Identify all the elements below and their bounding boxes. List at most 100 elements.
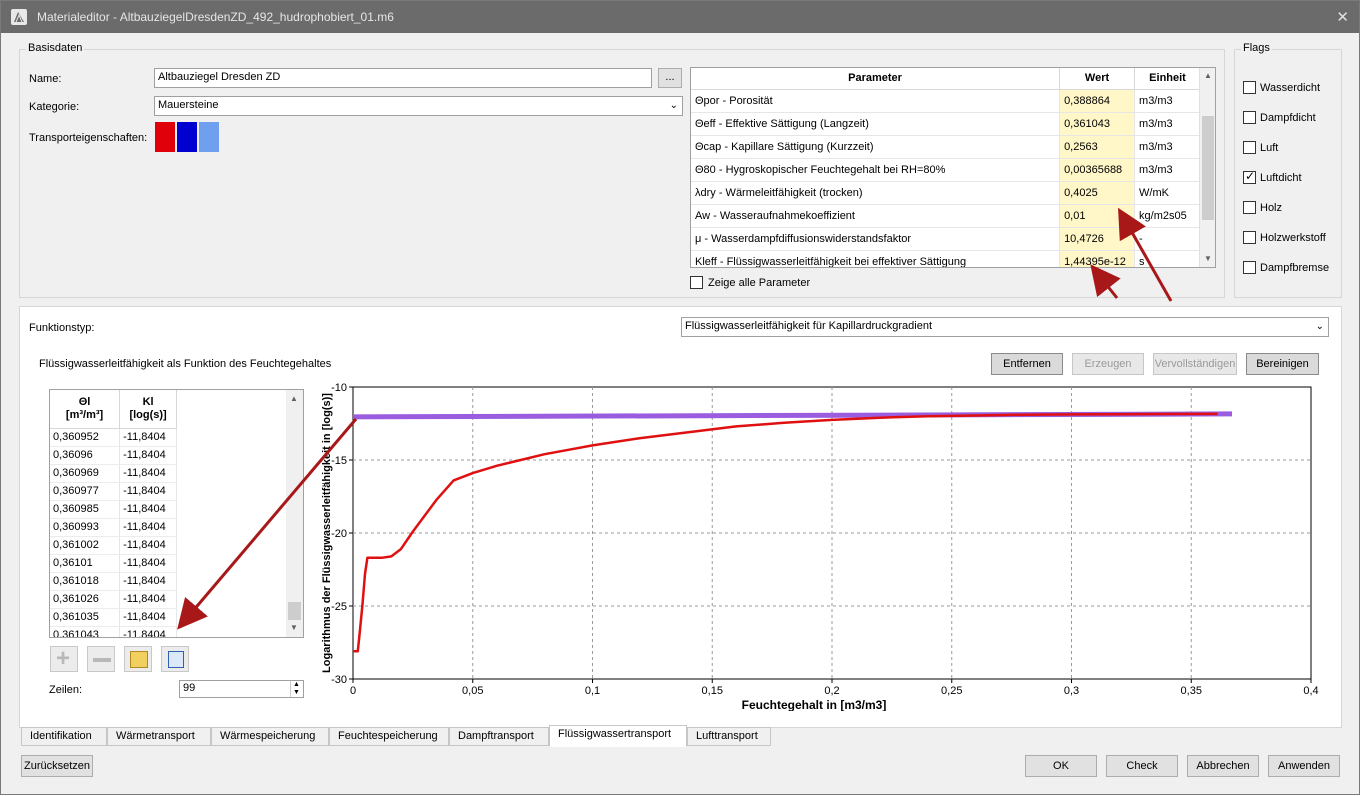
table-row[interactable]: 0,360969 -11,8404 (50, 464, 177, 483)
kl-cell[interactable]: -11,8404 (119, 608, 177, 627)
theta-cell[interactable]: 0,361002 (50, 536, 121, 555)
check-button[interactable]: Check (1106, 755, 1178, 777)
theta-cell[interactable]: 0,361035 (50, 608, 121, 627)
transport-swatch-heat[interactable] (155, 122, 175, 152)
function-table[interactable]: Θl [m³/m³] Kl [log(s)] 0,360952 -11,8404 0… (49, 389, 304, 638)
table-row[interactable]: 0,361043 -11,8404 (50, 626, 177, 637)
show-all-checkbox[interactable] (690, 276, 703, 289)
vervollstaendigen-button[interactable]: Vervollständigen (1153, 353, 1237, 375)
param-row[interactable]: Θpor - Porosität 0,388864 m3/m3 (691, 89, 1201, 113)
bereinigen-button[interactable]: Bereinigen (1246, 353, 1319, 375)
table-row[interactable]: 0,36096 -11,8404 (50, 446, 177, 465)
param-row[interactable]: Θeff - Effektive Sättigung (Langzeit) 0,3… (691, 112, 1201, 136)
tab-wärmespeicherung[interactable]: Wärmespeicherung (211, 727, 329, 746)
scroll-up-icon[interactable]: ▲ (1200, 68, 1215, 84)
kl-cell[interactable]: -11,8404 (119, 500, 177, 519)
param-value[interactable]: 1,44395e-12 (1059, 250, 1136, 267)
cancel-button[interactable]: Abbrechen (1187, 755, 1259, 777)
flag-checkbox-holzwerkstoff[interactable] (1243, 231, 1256, 244)
param-row[interactable]: μ - Wasserdampfdiffusionswiderstandsfakt… (691, 227, 1201, 251)
scroll-down-icon[interactable]: ▼ (1200, 251, 1215, 267)
zeilen-spinbox[interactable]: 99 ▲ ▼ (179, 680, 304, 698)
table-row[interactable]: 0,360985 -11,8404 (50, 500, 177, 519)
param-value[interactable]: 10,4726 (1059, 227, 1136, 251)
add-row-button[interactable]: + (50, 646, 78, 672)
flag-checkbox-holz[interactable] (1243, 201, 1256, 214)
theta-cell[interactable]: 0,360993 (50, 518, 121, 537)
kl-cell[interactable]: -11,8404 (119, 446, 177, 465)
kl-cell[interactable]: -11,8404 (119, 428, 177, 447)
param-row[interactable]: Aw - Wasseraufnahmekoeffizient 0,01 kg/m2s… (691, 204, 1201, 228)
apply-button[interactable]: Anwenden (1268, 755, 1340, 777)
theta-cell[interactable]: 0,361026 (50, 590, 121, 609)
parameter-table[interactable]: Parameter Wert Einheit Θpor - Porosität 0… (690, 67, 1216, 268)
table-row[interactable]: 0,361018 -11,8404 (50, 572, 177, 591)
kl-cell[interactable]: -11,8404 (119, 590, 177, 609)
param-row[interactable]: Θ80 - Hygroskopischer Feuchtegehalt bei … (691, 158, 1201, 182)
kl-cell[interactable]: -11,8404 (119, 482, 177, 501)
kl-cell[interactable]: -11,8404 (119, 518, 177, 537)
param-value[interactable]: 0,01 (1059, 204, 1136, 228)
theta-cell[interactable]: 0,360969 (50, 464, 121, 483)
spin-icon[interactable]: ▲ ▼ (290, 681, 302, 697)
theta-cell[interactable]: 0,360985 (50, 500, 121, 519)
theta-cell[interactable]: 0,36096 (50, 446, 121, 465)
import-table-button[interactable] (161, 646, 189, 672)
table-row[interactable]: 0,361026 -11,8404 (50, 590, 177, 609)
param-scroll-thumb[interactable] (1202, 116, 1214, 220)
transport-swatch-air[interactable] (199, 122, 219, 152)
open-file-button[interactable] (124, 646, 152, 672)
flag-checkbox-dampfbremse[interactable] (1243, 261, 1256, 274)
tab-flüssigwassertransport[interactable]: Flüssigwassertransport (549, 725, 687, 747)
param-row[interactable]: Θcap - Kapillare Sättigung (Kurzzeit) 0,2… (691, 135, 1201, 159)
reset-button[interactable]: Zurücksetzen (21, 755, 93, 777)
table-row[interactable]: 0,360993 -11,8404 (50, 518, 177, 537)
flag-checkbox-dampfdicht[interactable] (1243, 111, 1256, 124)
transport-swatch-moisture[interactable] (177, 122, 197, 152)
funktionstyp-select[interactable]: Flüssigwasserleitfähigkeit für Kapillard… (681, 317, 1329, 337)
flag-checkbox-wasserdicht[interactable] (1243, 81, 1256, 94)
param-row[interactable]: λdry - Wärmeleitfähigkeit (trocken) 0,402… (691, 181, 1201, 205)
theta-cell[interactable]: 0,36101 (50, 554, 121, 573)
theta-cell[interactable]: 0,361043 (50, 626, 121, 637)
browse-button[interactable]: ... (658, 68, 682, 88)
ftable-scrollbar[interactable]: ▲ ▼ (286, 390, 303, 637)
param-value[interactable]: 0,2563 (1059, 135, 1136, 159)
flag-checkbox-luft[interactable] (1243, 141, 1256, 154)
scroll-up-icon[interactable]: ▲ (286, 391, 302, 407)
tab-feuchtespeicherung[interactable]: Feuchtespeicherung (329, 727, 449, 746)
table-row[interactable]: 0,36101 -11,8404 (50, 554, 177, 573)
table-row[interactable]: 0,360977 -11,8404 (50, 482, 177, 501)
entfernen-button[interactable]: Entfernen (991, 353, 1063, 375)
table-row[interactable]: 0,361035 -11,8404 (50, 608, 177, 627)
tab-dampftransport[interactable]: Dampftransport (449, 727, 549, 746)
param-scrollbar[interactable]: ▲ ▼ (1199, 68, 1215, 267)
tab-lufttransport[interactable]: Lufttransport (687, 727, 771, 746)
theta-cell[interactable]: 0,361018 (50, 572, 121, 591)
remove-row-button[interactable] (87, 646, 115, 672)
close-icon[interactable]: ✕ (1336, 8, 1349, 26)
name-input[interactable]: Altbauziegel Dresden ZD (154, 68, 652, 88)
theta-cell[interactable]: 0,360977 (50, 482, 121, 501)
scroll-down-icon[interactable]: ▼ (286, 620, 302, 636)
param-value[interactable]: 0,00365688 (1059, 158, 1136, 182)
param-value[interactable]: 0,388864 (1059, 89, 1136, 113)
kl-cell[interactable]: -11,8404 (119, 554, 177, 573)
flag-checkbox-luftdicht[interactable] (1243, 169, 1256, 184)
kl-cell[interactable]: -11,8404 (119, 626, 177, 637)
param-value[interactable]: 0,4025 (1059, 181, 1136, 205)
kl-cell[interactable]: -11,8404 (119, 464, 177, 483)
conductivity-chart[interactable]: 0 0,05 0,1 0,15 0,2 0,25 0,3 0,35 0,4 -10 -15 -20 -2… (317, 375, 1327, 711)
erzeugen-button[interactable]: Erzeugen (1072, 353, 1144, 375)
kategorie-select[interactable]: Mauersteine ⌄ (154, 96, 683, 116)
ftable-scroll-thumb[interactable] (288, 602, 301, 620)
kl-cell[interactable]: -11,8404 (119, 572, 177, 591)
table-row[interactable]: 0,361002 -11,8404 (50, 536, 177, 555)
param-value[interactable]: 0,361043 (1059, 112, 1136, 136)
tab-wärmetransport[interactable]: Wärmetransport (107, 727, 211, 746)
ok-button[interactable]: OK (1025, 755, 1097, 777)
theta-cell[interactable]: 0,360952 (50, 428, 121, 447)
table-row[interactable]: 0,360952 -11,8404 (50, 428, 177, 447)
param-row[interactable]: Kleff - Flüssigwasserleitfähigkeit bei e… (691, 250, 1201, 267)
tab-identifikation[interactable]: Identifikation (21, 727, 107, 746)
